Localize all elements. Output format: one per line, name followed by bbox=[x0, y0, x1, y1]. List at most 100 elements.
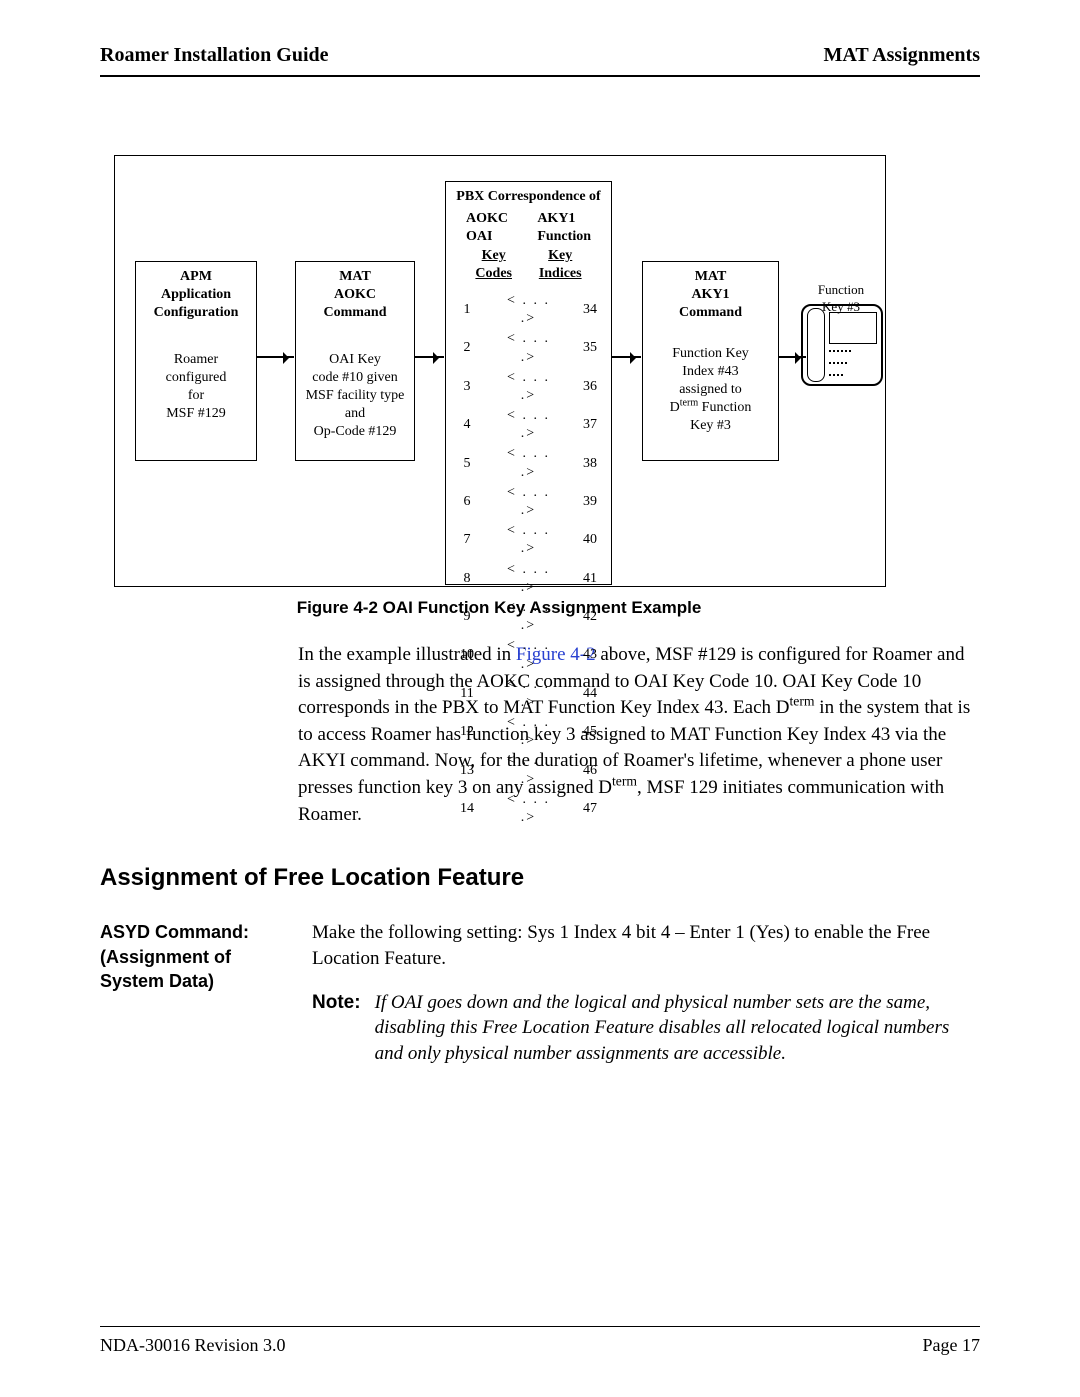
pbx-underline-right: Key Indices bbox=[525, 247, 595, 283]
diagram-box-apm: APM Application Configuration Roamer con… bbox=[135, 261, 257, 461]
aky1-l4sup: term bbox=[680, 397, 698, 408]
table-cell: < . . . .> bbox=[488, 560, 569, 598]
aokc-title: MAT bbox=[296, 268, 414, 286]
aky1-t: MAT bbox=[643, 268, 778, 286]
table-cell: < . . . .> bbox=[488, 636, 569, 674]
pbx-left-t1: AOKC bbox=[466, 211, 508, 226]
aokc-l2: code #10 given bbox=[312, 370, 398, 385]
arrow-icon bbox=[611, 356, 641, 358]
stub-l1: ASYD Command: bbox=[100, 922, 249, 942]
pbx-right-t1: AKY1 bbox=[537, 211, 575, 226]
apm-title: APM bbox=[136, 268, 256, 286]
table-row: 1< . . . .>34 bbox=[446, 291, 611, 329]
apm-sub2: Configuration bbox=[136, 304, 256, 322]
table-cell: 42 bbox=[569, 598, 611, 636]
table-row: 5< . . . .>38 bbox=[446, 444, 611, 482]
table-cell: < . . . .> bbox=[488, 368, 569, 406]
table-cell: 8 bbox=[446, 560, 488, 598]
left-stub: ASYD Command: (Assignment of System Data… bbox=[100, 920, 288, 1066]
apm-l3: for bbox=[188, 388, 204, 403]
diagram-box-aokc: MAT AOKC Command OAI Key code #10 given … bbox=[295, 261, 415, 461]
table-cell: 39 bbox=[569, 483, 611, 521]
p1-sup2: term bbox=[612, 774, 637, 789]
arrow-icon bbox=[414, 356, 444, 358]
table-cell: 35 bbox=[569, 329, 611, 367]
arrow-icon bbox=[256, 356, 294, 358]
table-cell: 44 bbox=[569, 675, 611, 713]
apm-l2: configured bbox=[166, 370, 227, 385]
table-cell: 45 bbox=[569, 713, 611, 751]
diagram-box-pbx: PBX Correspondence of AOKC OAI AKY1 Func… bbox=[445, 181, 612, 585]
aky1-l5: Key #3 bbox=[690, 418, 731, 433]
aokc-sub1: AOKC bbox=[296, 286, 414, 304]
table-cell: 14 bbox=[446, 790, 488, 828]
pbx-underline-left: Key Codes bbox=[462, 247, 525, 283]
table-cell: < . . . .> bbox=[488, 291, 569, 329]
table-cell: 43 bbox=[569, 636, 611, 674]
table-cell: < . . . .> bbox=[488, 790, 569, 828]
table-row: 4< . . . .>37 bbox=[446, 406, 611, 444]
table-cell: 2 bbox=[446, 329, 488, 367]
table-row: 7< . . . .>40 bbox=[446, 521, 611, 559]
footer-left: NDA-30016 Revision 3.0 bbox=[100, 1333, 286, 1357]
pbx-head: PBX Correspondence of bbox=[446, 182, 611, 210]
table-row: 13< . . . .>46 bbox=[446, 751, 611, 789]
table-row: 14< . . . .>47 bbox=[446, 790, 611, 828]
table-cell: 34 bbox=[569, 291, 611, 329]
apm-sub1: Application bbox=[136, 286, 256, 304]
table-row: 3< . . . .>36 bbox=[446, 368, 611, 406]
pbx-right-t2: Function bbox=[537, 229, 591, 244]
table-cell: 9 bbox=[446, 598, 488, 636]
aokc-l5: Op-Code #129 bbox=[314, 424, 397, 439]
aokc-l4: and bbox=[345, 406, 365, 421]
table-cell: 38 bbox=[569, 444, 611, 482]
diagram-box-aky1: MAT AKY1 Command Function Key Index #43 … bbox=[642, 261, 779, 461]
table-cell: 37 bbox=[569, 406, 611, 444]
aky1-s2: Command bbox=[643, 304, 778, 322]
table-cell: 11 bbox=[446, 675, 488, 713]
dterm-diagram: Function Key #3 bbox=[801, 280, 881, 385]
table-cell: < . . . .> bbox=[488, 406, 569, 444]
table-cell: < . . . .> bbox=[488, 483, 569, 521]
table-cell: 7 bbox=[446, 521, 488, 559]
aokc-sub2: Command bbox=[296, 304, 414, 322]
header-rule bbox=[100, 75, 980, 77]
table-cell: 5 bbox=[446, 444, 488, 482]
header-right: MAT Assignments bbox=[823, 42, 980, 69]
table-row: 12< . . . .>45 bbox=[446, 713, 611, 751]
table-row: 6< . . . .>39 bbox=[446, 483, 611, 521]
figure-frame: APM Application Configuration Roamer con… bbox=[114, 155, 886, 587]
stub-l2: (Assignment of bbox=[100, 947, 231, 967]
table-cell: 10 bbox=[446, 636, 488, 674]
pbx-table: 1< . . . .>342< . . . .>353< . . . .>364… bbox=[446, 291, 611, 828]
table-cell: < . . . .> bbox=[488, 521, 569, 559]
aky1-l2: Index #43 bbox=[682, 364, 738, 379]
aky1-l4b: Function bbox=[698, 400, 751, 415]
table-cell: < . . . .> bbox=[488, 329, 569, 367]
table-cell: 4 bbox=[446, 406, 488, 444]
table-cell: < . . . .> bbox=[488, 675, 569, 713]
pbx-left-t2: OAI bbox=[466, 229, 492, 244]
header-left: Roamer Installation Guide bbox=[100, 42, 329, 69]
table-cell: < . . . .> bbox=[488, 598, 569, 636]
aky1-l1: Function Key bbox=[672, 346, 749, 361]
table-cell: < . . . .> bbox=[488, 751, 569, 789]
table-cell: 6 bbox=[446, 483, 488, 521]
footer-right: Page 17 bbox=[923, 1333, 981, 1357]
asyd-text: Make the following setting: Sys 1 Index … bbox=[312, 920, 952, 971]
p1-sup1: term bbox=[789, 694, 814, 709]
table-cell: 1 bbox=[446, 291, 488, 329]
table-row: 2< . . . .>35 bbox=[446, 329, 611, 367]
table-cell: < . . . .> bbox=[488, 713, 569, 751]
table-row: 9< . . . .>42 bbox=[446, 598, 611, 636]
table-row: 10< . . . .>43 bbox=[446, 636, 611, 674]
apm-l1: Roamer bbox=[174, 352, 218, 367]
body-paragraph: In the example illustrated in Figure 4-2… bbox=[298, 642, 978, 828]
table-cell: 40 bbox=[569, 521, 611, 559]
table-cell: 47 bbox=[569, 790, 611, 828]
aky1-l4a: D bbox=[670, 400, 680, 415]
stub-l3: System Data) bbox=[100, 971, 214, 991]
note-text: If OAI goes down and the logical and phy… bbox=[375, 990, 952, 1067]
table-cell: 36 bbox=[569, 368, 611, 406]
table-cell: 12 bbox=[446, 713, 488, 751]
